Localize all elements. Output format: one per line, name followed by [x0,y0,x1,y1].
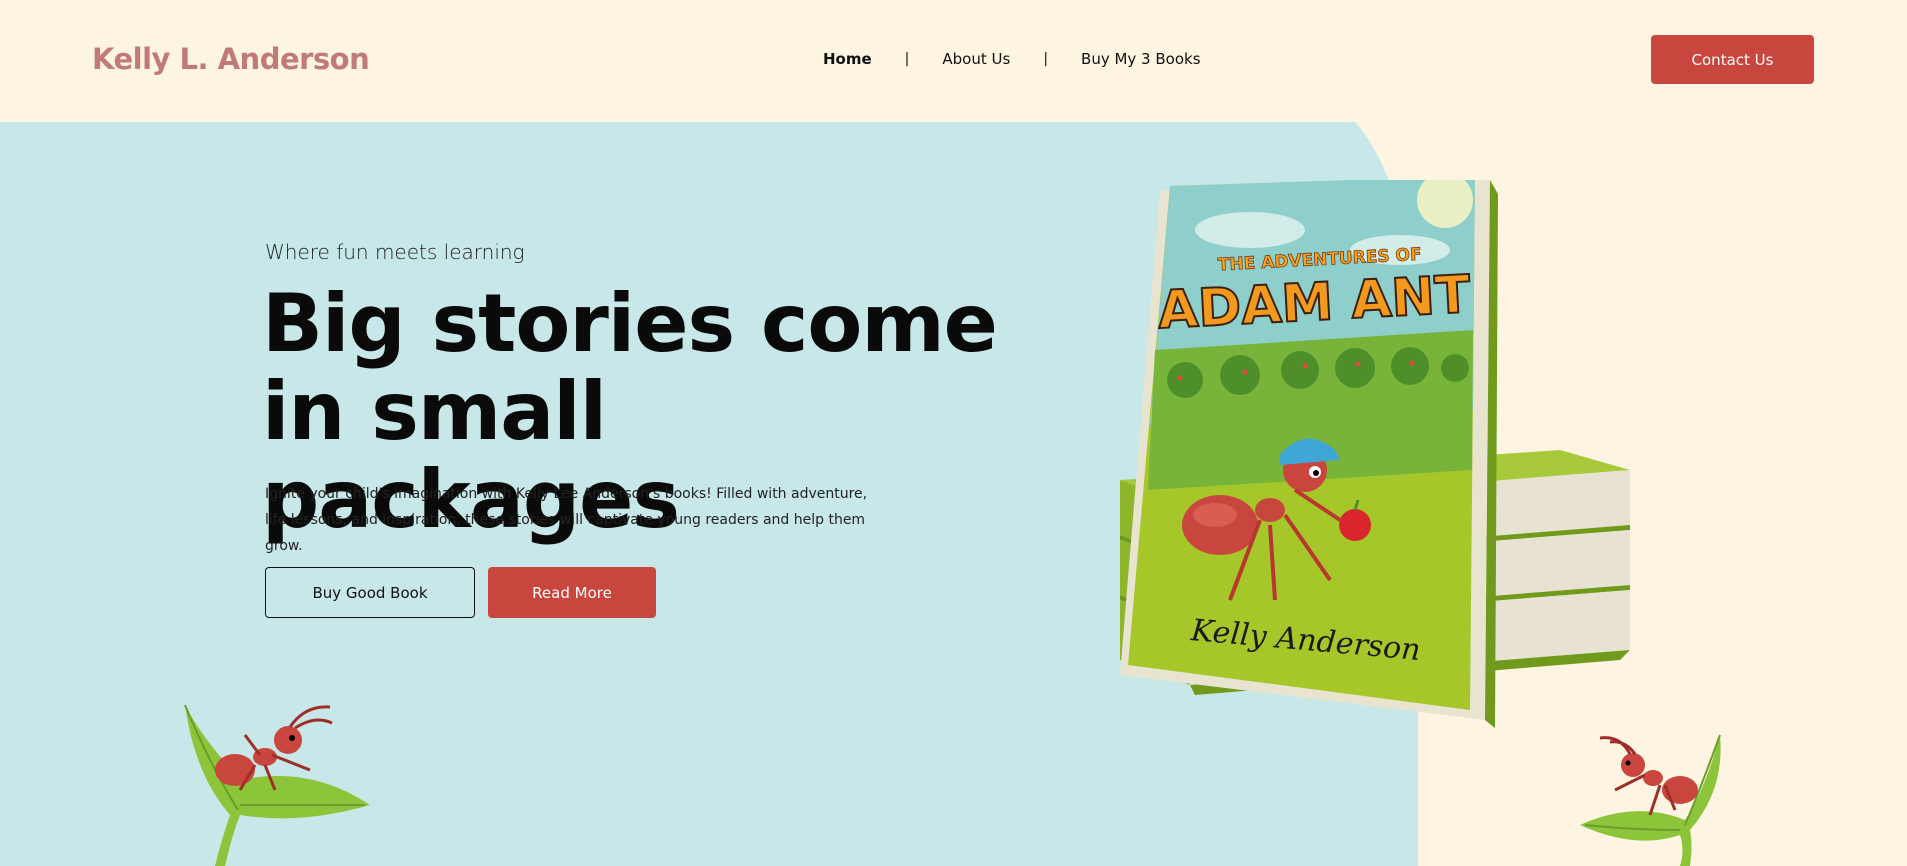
contact-us-button[interactable]: Contact Us [1651,35,1814,84]
nav-home[interactable]: Home [823,50,872,68]
hero-headline-line1: Big stories come [262,277,998,370]
site-header: Kelly L. Anderson Home | About Us | Buy … [0,0,1907,122]
hero-description: Ignite your child's imagination with Kel… [265,486,868,554]
ant-on-leaf-right-icon [1575,730,1735,866]
book-stack-icon: THE ADVENTURES OF ADAM ANT Kelly Anderso… [1120,172,1630,728]
main-nav: Home | About Us | Buy My 3 Books [823,50,1201,68]
hero-tagline: Where fun meets learning [265,240,525,264]
main-book: THE ADVENTURES OF ADAM ANT Kelly Anderso… [1120,172,1498,728]
nav-separator: | [904,51,910,67]
nav-separator: | [1043,51,1049,67]
book-stack-illustration: THE ADVENTURES OF ADAM ANT Kelly Anderso… [1100,172,1640,740]
read-more-button[interactable]: Read More [488,567,656,618]
nav-buy-books[interactable]: Buy My 3 Books [1081,50,1201,68]
nav-about-us[interactable]: About Us [942,50,1010,68]
ant-on-leaf-left-icon [180,695,380,866]
buy-good-book-button[interactable]: Buy Good Book [265,567,475,618]
site-logo[interactable]: Kelly L. Anderson [92,42,370,76]
